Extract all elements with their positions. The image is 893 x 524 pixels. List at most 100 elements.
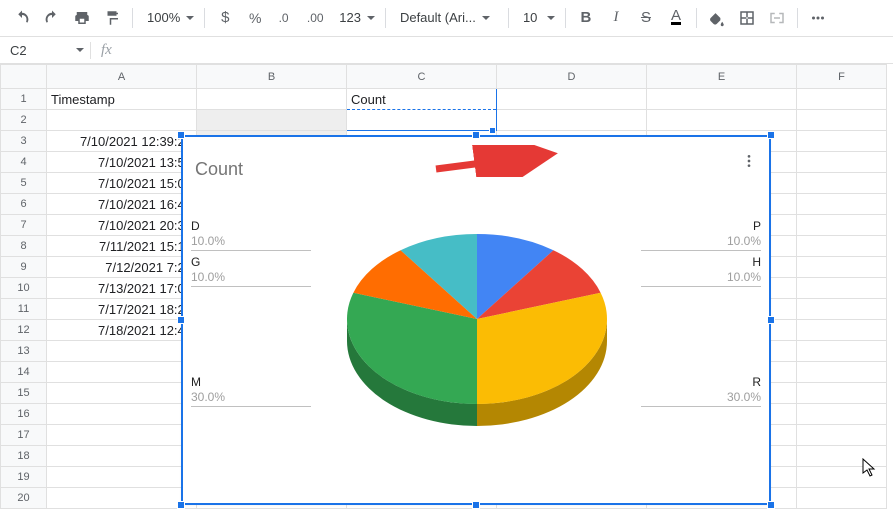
cell[interactable] xyxy=(797,425,887,446)
cell[interactable] xyxy=(647,89,797,110)
cell[interactable] xyxy=(797,341,887,362)
cell[interactable] xyxy=(497,110,647,131)
cell[interactable]: Count xyxy=(347,89,497,110)
cell[interactable]: 7/17/2021 18:20 xyxy=(47,299,197,320)
font-size-select[interactable]: 10 xyxy=(515,6,559,30)
cell[interactable] xyxy=(797,467,887,488)
name-box[interactable]: C2 xyxy=(0,43,90,58)
cell[interactable] xyxy=(497,89,647,110)
cell[interactable] xyxy=(797,110,887,131)
cell[interactable] xyxy=(797,173,887,194)
cell[interactable] xyxy=(797,215,887,236)
cell[interactable] xyxy=(47,404,197,425)
fill-handle[interactable] xyxy=(489,127,496,134)
row-header[interactable]: 5 xyxy=(1,173,47,194)
row-header[interactable]: 4 xyxy=(1,152,47,173)
row-header[interactable]: 1 xyxy=(1,89,47,110)
increase-decimal-button[interactable]: .00 xyxy=(301,4,329,32)
cell[interactable] xyxy=(797,404,887,425)
row-header[interactable]: 3 xyxy=(1,131,47,152)
cell[interactable] xyxy=(797,446,887,467)
undo-button[interactable] xyxy=(8,4,36,32)
cell[interactable]: 7/10/2021 16:48 xyxy=(47,194,197,215)
more-formats-select[interactable]: 123 xyxy=(331,6,379,30)
borders-button[interactable] xyxy=(733,4,761,32)
cell[interactable] xyxy=(47,425,197,446)
cell[interactable] xyxy=(797,131,887,152)
cell[interactable] xyxy=(797,320,887,341)
row-header[interactable]: 20 xyxy=(1,488,47,509)
row-header[interactable]: 15 xyxy=(1,383,47,404)
cell[interactable]: 7/13/2021 17:03 xyxy=(47,278,197,299)
cell[interactable] xyxy=(797,383,887,404)
cell[interactable] xyxy=(797,299,887,320)
more-button[interactable] xyxy=(804,4,832,32)
row-header[interactable]: 13 xyxy=(1,341,47,362)
decrease-decimal-button[interactable]: .0 xyxy=(271,4,299,32)
row-header[interactable]: 17 xyxy=(1,425,47,446)
formula-input[interactable] xyxy=(130,37,893,63)
text-color-button[interactable]: A xyxy=(662,4,690,32)
row-header[interactable]: 16 xyxy=(1,404,47,425)
print-button[interactable] xyxy=(68,4,96,32)
cell[interactable]: 7/10/2021 12:39:28 xyxy=(47,131,197,152)
cell[interactable]: 7/10/2021 13:55 xyxy=(47,152,197,173)
cell[interactable] xyxy=(797,236,887,257)
cell[interactable]: 7/11/2021 15:19 xyxy=(47,236,197,257)
column-header[interactable]: B xyxy=(197,65,347,89)
currency-button[interactable]: $ xyxy=(211,4,239,32)
column-header[interactable]: E xyxy=(647,65,797,89)
chart-menu-button[interactable] xyxy=(737,149,761,173)
cell[interactable] xyxy=(47,446,197,467)
cell[interactable]: 7/12/2021 7:25 xyxy=(47,257,197,278)
select-all-corner[interactable] xyxy=(1,65,47,89)
cell[interactable]: Timestamp xyxy=(47,89,197,110)
column-header[interactable]: A xyxy=(47,65,197,89)
cell[interactable]: 7/10/2021 15:03 xyxy=(47,173,197,194)
cell[interactable] xyxy=(797,194,887,215)
italic-button[interactable]: I xyxy=(602,4,630,32)
cell[interactable] xyxy=(797,152,887,173)
paint-format-button[interactable] xyxy=(98,4,126,32)
row-header[interactable]: 12 xyxy=(1,320,47,341)
row-header[interactable]: 9 xyxy=(1,257,47,278)
chart-title[interactable]: Count xyxy=(195,159,243,180)
cell[interactable] xyxy=(47,362,197,383)
row-header[interactable]: 7 xyxy=(1,215,47,236)
column-header[interactable]: F xyxy=(797,65,887,89)
cell[interactable] xyxy=(197,89,347,110)
fill-color-button[interactable] xyxy=(703,4,731,32)
cell-active[interactable] xyxy=(347,110,497,131)
bold-button[interactable]: B xyxy=(572,4,600,32)
column-header[interactable]: C xyxy=(347,65,497,89)
cell[interactable] xyxy=(47,383,197,404)
cell[interactable]: 7/10/2021 20:30 xyxy=(47,215,197,236)
row-header[interactable]: 18 xyxy=(1,446,47,467)
cell[interactable] xyxy=(647,110,797,131)
row-header[interactable]: 8 xyxy=(1,236,47,257)
cell[interactable]: 7/18/2021 12:48 xyxy=(47,320,197,341)
cell[interactable] xyxy=(47,110,197,131)
cell[interactable] xyxy=(47,341,197,362)
embedded-chart[interactable]: Count D10.0% P10.0% G10.0% H10.0% M30.0%… xyxy=(182,136,770,504)
zoom-select[interactable]: 100% xyxy=(139,6,198,30)
strikethrough-button[interactable]: S xyxy=(632,4,660,32)
cell[interactable] xyxy=(797,89,887,110)
column-header[interactable]: D xyxy=(497,65,647,89)
percent-button[interactable]: % xyxy=(241,4,269,32)
merge-button[interactable] xyxy=(763,4,791,32)
cell[interactable] xyxy=(797,362,887,383)
row-header[interactable]: 19 xyxy=(1,467,47,488)
font-select[interactable]: Default (Ari... xyxy=(392,6,502,30)
row-header[interactable]: 2 xyxy=(1,110,47,131)
row-header[interactable]: 11 xyxy=(1,299,47,320)
cell[interactable] xyxy=(47,488,197,509)
redo-button[interactable] xyxy=(38,4,66,32)
cell[interactable] xyxy=(797,278,887,299)
cell[interactable] xyxy=(47,467,197,488)
row-header[interactable]: 10 xyxy=(1,278,47,299)
cell[interactable] xyxy=(797,257,887,278)
row-header[interactable]: 6 xyxy=(1,194,47,215)
row-header[interactable]: 14 xyxy=(1,362,47,383)
cell[interactable] xyxy=(797,488,887,509)
